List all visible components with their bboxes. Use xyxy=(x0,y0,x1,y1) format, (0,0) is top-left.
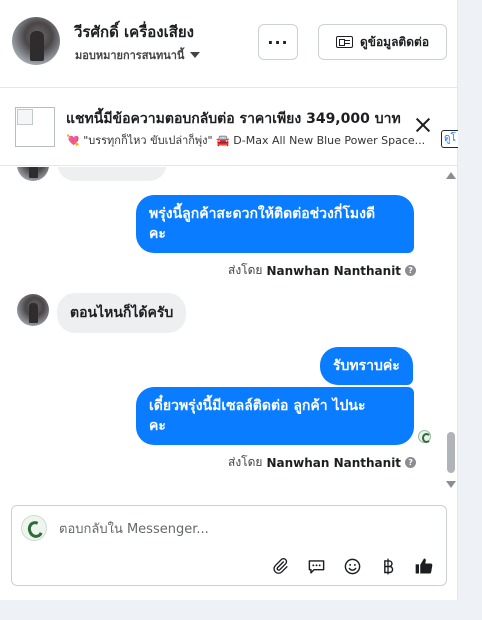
view-contact-info-label: ดูข้อมูลติดต่อ xyxy=(359,34,430,49)
ad-reply-banner: แชทนี้มีข้อความตอบกลับต่อ ราคาเพียง 349,… xyxy=(0,88,458,166)
baht-payment-icon[interactable] xyxy=(378,556,398,576)
contact-avatar-small[interactable] xyxy=(17,294,49,326)
contact-name[interactable]: วีรศักดิ์ เครื่องเสียง xyxy=(74,20,194,44)
attachment-icon[interactable] xyxy=(270,556,290,576)
message-list: พรุ่งนี้ลูกค้าสะดวกให้ติดต่อช่วงกี่โมงดี… xyxy=(0,167,458,492)
ad-title: แชทนี้มีข้อความตอบกลับต่อ ราคาเพียง 349,… xyxy=(66,111,401,127)
contact-avatar-small xyxy=(17,167,49,181)
conversation-header: วีรศักดิ์ เครื่องเสียง มอบหมายการสนทนานี… xyxy=(0,0,458,88)
sent-by-label: ส่งโดย Nanwhan Nanthanit ? xyxy=(228,261,417,280)
saved-replies-icon[interactable] xyxy=(306,556,326,576)
scrollbar-thumb[interactable] xyxy=(447,432,455,473)
emoji-icon[interactable] xyxy=(342,556,362,576)
more-options-button[interactable]: ··· xyxy=(258,24,298,60)
message-bubble-outgoing[interactable]: พรุ่งนี้ลูกค้าสะดวกให้ติดต่อช่วงกี่โมงดี… xyxy=(136,195,414,253)
caret-down-icon xyxy=(190,52,201,58)
scroll-down-arrow-icon[interactable] xyxy=(446,481,456,488)
sent-by-prefix: ส่งโดย xyxy=(228,455,263,469)
ad-subtitle: 💘 "บรรทุกก็ไหว ขับเปล่าก็พุ่ง" 🚘 D-Max A… xyxy=(66,134,426,147)
page-logo-avatar xyxy=(21,515,47,541)
right-gutter xyxy=(458,0,482,620)
reply-input[interactable] xyxy=(59,520,419,538)
reply-composer xyxy=(11,505,447,586)
message-bubble-incoming[interactable]: ตอนไหนก็ได้ครับ xyxy=(57,293,187,333)
contact-avatar[interactable] xyxy=(12,17,60,65)
sent-by-label: ส่งโดย Nanwhan Nanthanit ? xyxy=(228,453,417,472)
sent-by-name: Nanwhan Nanthanit xyxy=(266,263,402,278)
assign-conversation-dropdown[interactable]: มอบหมายการสนทนานี้ xyxy=(75,46,201,64)
contact-card-icon xyxy=(335,36,353,48)
message-bubble-outgoing[interactable]: รับทราบค่ะ xyxy=(320,347,413,385)
info-icon[interactable]: ? xyxy=(405,457,417,468)
sent-by-prefix: ส่งโดย xyxy=(228,263,263,277)
assign-label: มอบหมายการสนทนานี้ xyxy=(75,49,185,62)
view-contact-info-button[interactable]: ดูข้อมูลติดต่อ xyxy=(318,24,447,60)
message-bubble-incoming-partial xyxy=(57,167,167,181)
thumbs-up-icon[interactable] xyxy=(414,556,434,576)
seen-indicator-avatar xyxy=(418,430,431,443)
ad-thumbnail-broken-image xyxy=(15,107,55,147)
view-ad-link[interactable]: ดูโ xyxy=(441,130,458,148)
message-bubble-outgoing[interactable]: เดี๋ยวพรุ่งนี้มีเซลล์ติดต่อ ลูกค้า ไปนะ … xyxy=(136,387,414,445)
sent-by-name: Nanwhan Nanthanit xyxy=(266,455,402,470)
close-icon[interactable] xyxy=(413,115,433,135)
info-icon[interactable]: ? xyxy=(405,265,417,276)
scroll-up-arrow-icon[interactable] xyxy=(446,172,456,179)
